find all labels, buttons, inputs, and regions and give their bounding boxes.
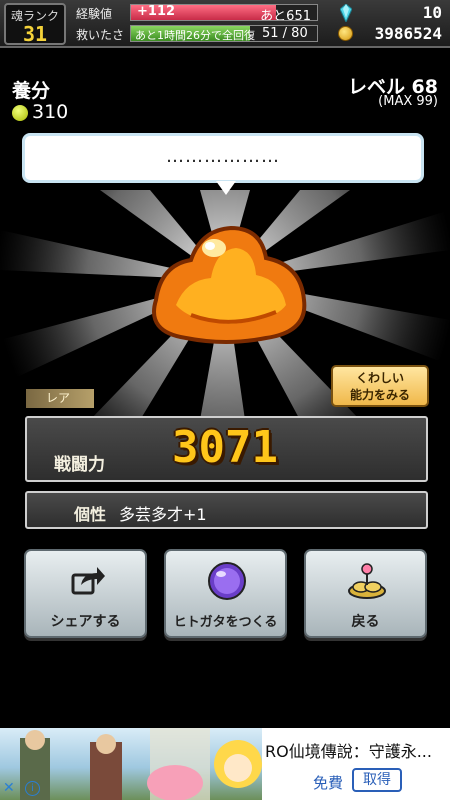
nutrient-label: 養分	[12, 80, 51, 102]
return-icon	[348, 563, 386, 599]
view-abilities-line2: 能力をみる	[349, 388, 410, 402]
create-humanoid-label: ヒトガタをつくる	[173, 615, 278, 630]
view-abilities-line1: くわしい	[355, 371, 404, 385]
purple-orb-icon	[208, 562, 246, 600]
coin-icon	[338, 26, 353, 41]
return-button-label: 戻る	[351, 614, 380, 630]
ad-info-icon[interactable]: i	[25, 781, 40, 796]
exp-remaining: あと651	[260, 9, 311, 21]
hunger-value: 51 / 80	[262, 26, 308, 41]
combat-power-value: 3071	[172, 422, 278, 473]
share-button-label: シェアする	[50, 614, 121, 630]
hunger-recovery-text: あと1時間26分で全回復	[135, 29, 255, 42]
combat-power-panel: 戦闘力 3071	[25, 416, 428, 482]
speech-text: ………………	[166, 146, 280, 167]
exp-gain: +112	[137, 4, 176, 19]
exp-bar: +112 あと651	[130, 4, 318, 21]
hunger-label: 救いたさ	[76, 28, 125, 42]
ad-close-icon[interactable]: ✕	[3, 780, 15, 796]
ad-banner[interactable]: RO仙境傳說：守護永... 免費 取得	[0, 728, 450, 800]
soul-rank-box: 魂ランク 31	[4, 3, 66, 46]
ad-get-button[interactable]: 取得	[352, 768, 402, 792]
speech-bubble-tail	[216, 181, 236, 195]
return-button[interactable]: 戻る	[304, 549, 427, 638]
gem-count: 10	[422, 3, 442, 22]
combat-power-label: 戦闘力	[54, 455, 105, 475]
nutrient-icon	[12, 105, 28, 121]
personality-value: 多芸多才+1	[119, 505, 207, 524]
gem-icon	[340, 4, 352, 22]
status-bar: 魂ランク 31 経験値 +112 あと651 救いたさ あと1時間26分で全回復…	[0, 0, 450, 48]
nutrient-value: 310	[32, 101, 69, 123]
share-icon	[71, 567, 105, 595]
view-abilities-button[interactable]: くわしい 能力をみる	[331, 365, 429, 407]
rarity-badge: レア	[26, 389, 94, 408]
personality-panel: 個性 多芸多才+1	[25, 491, 428, 529]
speech-bubble: ………………	[22, 133, 424, 183]
level-max: (MAX 99)	[378, 94, 438, 109]
ad-title: RO仙境傳說：守護永...	[265, 742, 432, 761]
soul-rank-value: 31	[22, 22, 48, 46]
coin-count: 3986524	[374, 24, 442, 43]
create-humanoid-button[interactable]: ヒトガタをつくる	[164, 549, 287, 638]
personality-label: 個性	[74, 505, 107, 524]
orange-blob-creature	[152, 225, 307, 344]
share-button[interactable]: シェアする	[24, 549, 147, 638]
exp-label: 経験値	[76, 7, 113, 21]
ad-free-label: 免費	[313, 774, 344, 792]
